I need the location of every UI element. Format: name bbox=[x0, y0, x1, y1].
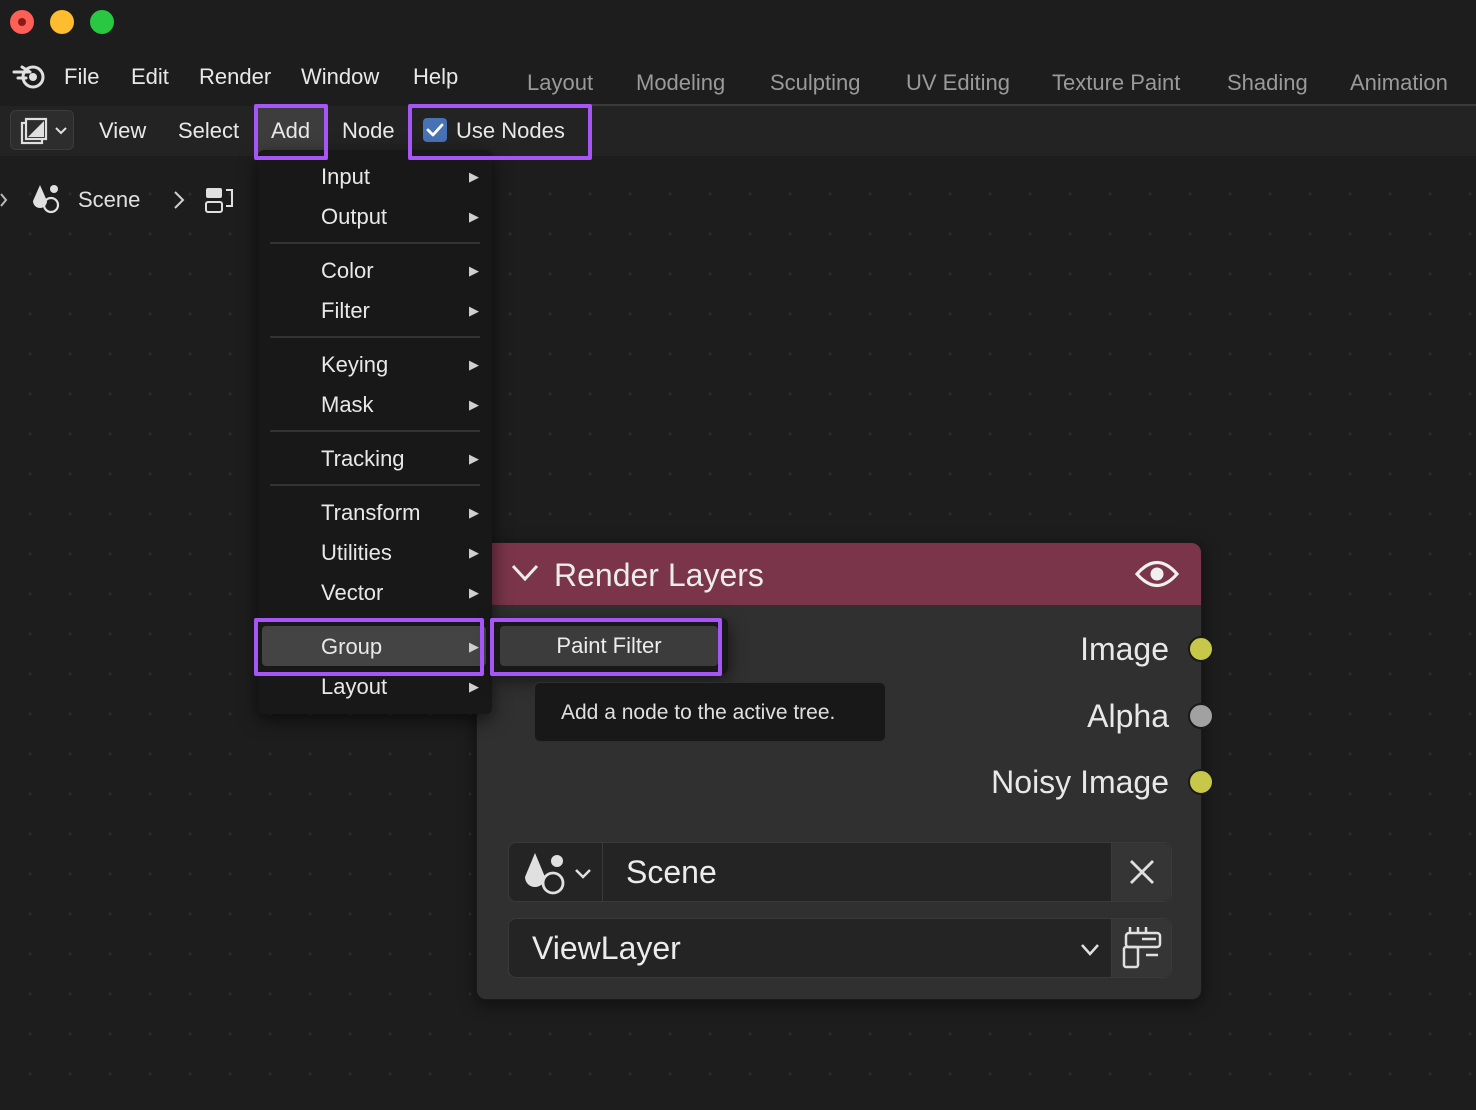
output-image-socket[interactable] bbox=[1188, 636, 1214, 662]
close-window-button[interactable] bbox=[10, 10, 34, 34]
close-icon bbox=[1130, 860, 1154, 884]
menu-separator bbox=[270, 484, 480, 486]
scene-unlink-button[interactable] bbox=[1111, 843, 1171, 901]
output-image-label: Image bbox=[1080, 631, 1169, 667]
breadcrumb-collapse-arrow-icon[interactable] bbox=[0, 192, 10, 208]
chevron-down-icon bbox=[1081, 944, 1099, 956]
submenu-arrow-icon: ▶ bbox=[469, 357, 479, 372]
breadcrumb-scene[interactable]: Scene bbox=[78, 186, 140, 214]
highlight-paint-filter bbox=[490, 618, 722, 676]
highlight-group-item bbox=[254, 618, 484, 676]
output-alpha-socket[interactable] bbox=[1188, 703, 1214, 729]
workspace-tab-shading[interactable]: Shading bbox=[1227, 68, 1308, 98]
workspace-tab-modeling[interactable]: Modeling bbox=[636, 68, 725, 98]
menu-window[interactable]: Window bbox=[301, 62, 379, 92]
highlight-add-menu bbox=[254, 104, 328, 160]
workspace-tab-animation[interactable]: Animation bbox=[1350, 68, 1448, 98]
output-alpha-label: Alpha bbox=[1087, 698, 1169, 734]
chevron-down-icon bbox=[575, 869, 591, 879]
workspace-tab-layout[interactable]: Layout bbox=[527, 68, 593, 98]
render-layers-node[interactable]: Render Layers Image Alpha Noisy Image Sc… bbox=[476, 542, 1202, 1000]
add-menu-input[interactable]: Input bbox=[321, 162, 370, 192]
render-icon bbox=[1122, 927, 1162, 969]
minimize-window-button[interactable] bbox=[50, 10, 74, 34]
menu-edit[interactable]: Edit bbox=[131, 62, 169, 92]
scene-icon bbox=[525, 853, 565, 895]
add-menu-filter[interactable]: Filter bbox=[321, 296, 370, 326]
add-menu-output[interactable]: Output bbox=[321, 202, 387, 232]
add-menu-color[interactable]: Color bbox=[321, 256, 374, 286]
highlight-use-nodes bbox=[408, 104, 592, 160]
preview-eye-icon[interactable] bbox=[1135, 557, 1179, 591]
render-layer-button[interactable] bbox=[1111, 919, 1171, 977]
title-bar bbox=[0, 0, 1476, 48]
scene-field[interactable]: Scene bbox=[508, 842, 1172, 902]
menu-separator bbox=[270, 242, 480, 244]
menu-separator bbox=[270, 430, 480, 432]
collapse-chevron-icon[interactable] bbox=[510, 561, 540, 585]
add-menu-transform[interactable]: Transform bbox=[321, 498, 420, 528]
compositor-icon bbox=[20, 117, 48, 145]
add-menu-tracking[interactable]: Tracking bbox=[321, 444, 405, 474]
add-menu-vector[interactable]: Vector bbox=[321, 578, 383, 608]
editor-type-button[interactable] bbox=[10, 110, 74, 150]
submenu-arrow-icon: ▶ bbox=[469, 303, 479, 318]
chevron-down-icon bbox=[55, 127, 67, 135]
blender-logo-icon[interactable] bbox=[12, 60, 48, 92]
workspace-tab-sculpting[interactable]: Sculpting bbox=[770, 68, 861, 98]
header-select-menu[interactable]: Select bbox=[178, 116, 239, 146]
workspace-tab-texture-paint[interactable]: Texture Paint bbox=[1052, 68, 1180, 98]
view-layer-field[interactable]: ViewLayer bbox=[508, 918, 1172, 978]
add-menu-mask[interactable]: Mask bbox=[321, 390, 374, 420]
output-noisy-image-socket[interactable] bbox=[1188, 769, 1214, 795]
workspace-tab-uv-editing[interactable]: UV Editing bbox=[906, 68, 1010, 98]
menu-separator bbox=[270, 336, 480, 338]
node-title: Render Layers bbox=[554, 557, 764, 593]
submenu-arrow-icon: ▶ bbox=[469, 263, 479, 278]
submenu-arrow-icon: ▶ bbox=[469, 679, 479, 694]
header-view-menu[interactable]: View bbox=[99, 116, 146, 146]
menu-help[interactable]: Help bbox=[413, 62, 458, 92]
submenu-arrow-icon: ▶ bbox=[469, 451, 479, 466]
submenu-arrow-icon: ▶ bbox=[469, 505, 479, 520]
submenu-arrow-icon: ▶ bbox=[469, 169, 479, 184]
menu-render[interactable]: Render bbox=[199, 62, 271, 92]
view-layer-field-value: ViewLayer bbox=[532, 930, 681, 966]
menu-file[interactable]: File bbox=[64, 62, 99, 92]
add-menu-keying[interactable]: Keying bbox=[321, 350, 388, 380]
chevron-right-icon bbox=[174, 191, 185, 209]
maximize-window-button[interactable] bbox=[90, 10, 114, 34]
add-menu-utilities[interactable]: Utilities bbox=[321, 538, 392, 568]
tooltip: Add a node to the active tree. bbox=[534, 682, 886, 742]
submenu-arrow-icon: ▶ bbox=[469, 585, 479, 600]
add-menu-layout[interactable]: Layout bbox=[321, 672, 387, 702]
submenu-arrow-icon: ▶ bbox=[469, 209, 479, 224]
node-tree-icon bbox=[205, 188, 233, 213]
scene-browse-button[interactable] bbox=[509, 843, 603, 901]
submenu-arrow-icon: ▶ bbox=[469, 545, 479, 560]
output-noisy-image-label: Noisy Image bbox=[991, 764, 1169, 800]
scene-icon bbox=[33, 185, 60, 214]
submenu-arrow-icon: ▶ bbox=[469, 397, 479, 412]
scene-field-value: Scene bbox=[626, 854, 717, 890]
header-node-menu[interactable]: Node bbox=[342, 116, 395, 146]
